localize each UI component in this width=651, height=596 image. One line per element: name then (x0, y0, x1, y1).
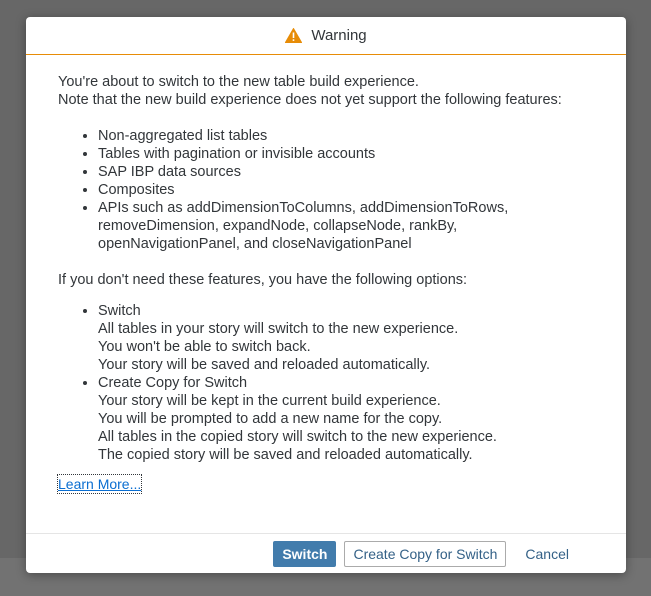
dialog-body: You're about to switch to the new table … (26, 55, 626, 533)
option-line: You won't be able to switch back. (98, 339, 311, 355)
intro-text: You're about to switch to the new table … (58, 73, 594, 109)
switch-button[interactable]: Switch (273, 540, 337, 567)
options-list: Switch All tables in your story will swi… (58, 302, 594, 464)
option-line: Your story will be saved and reloaded au… (98, 357, 431, 373)
dialog-header: Warning (26, 17, 626, 55)
cancel-button[interactable]: Cancel (516, 541, 578, 567)
list-item: Non-aggregated list tables (98, 127, 594, 145)
option-line: You will be prompted to add a new name f… (98, 411, 443, 427)
options-lead: If you don't need these features, you ha… (58, 272, 468, 288)
dialog-title: Warning (311, 27, 367, 44)
option-line: All tables in the copied story will swit… (98, 429, 497, 445)
option-title: Create Copy for Switch (98, 375, 248, 391)
warning-triangle-icon (285, 28, 303, 43)
option-line: The copied story will be saved and reloa… (98, 447, 473, 463)
learn-more-link[interactable]: Learn More... (56, 474, 143, 494)
list-item: APIs such as addDimensionToColumns, addD… (98, 199, 594, 253)
option-create-copy: Create Copy for Switch Your story will b… (98, 374, 594, 464)
intro-line: You're about to switch to the new table … (58, 74, 419, 90)
unsupported-features-list: Non-aggregated list tables Tables with p… (58, 127, 594, 253)
dialog-footer: Switch Create Copy for Switch Cancel (26, 533, 626, 573)
intro-line: Note that the new build experience does … (58, 92, 562, 108)
warning-dialog: Warning You're about to switch to the ne… (26, 17, 626, 573)
list-item: SAP IBP data sources (98, 163, 594, 181)
list-item: Composites (98, 181, 594, 199)
option-line: All tables in your story will switch to … (98, 321, 459, 337)
list-item: Tables with pagination or invisible acco… (98, 145, 594, 163)
create-copy-button[interactable]: Create Copy for Switch (344, 540, 507, 567)
option-switch: Switch All tables in your story will swi… (98, 302, 594, 374)
option-line: Your story will be kept in the current b… (98, 393, 441, 409)
option-title: Switch (98, 303, 141, 319)
